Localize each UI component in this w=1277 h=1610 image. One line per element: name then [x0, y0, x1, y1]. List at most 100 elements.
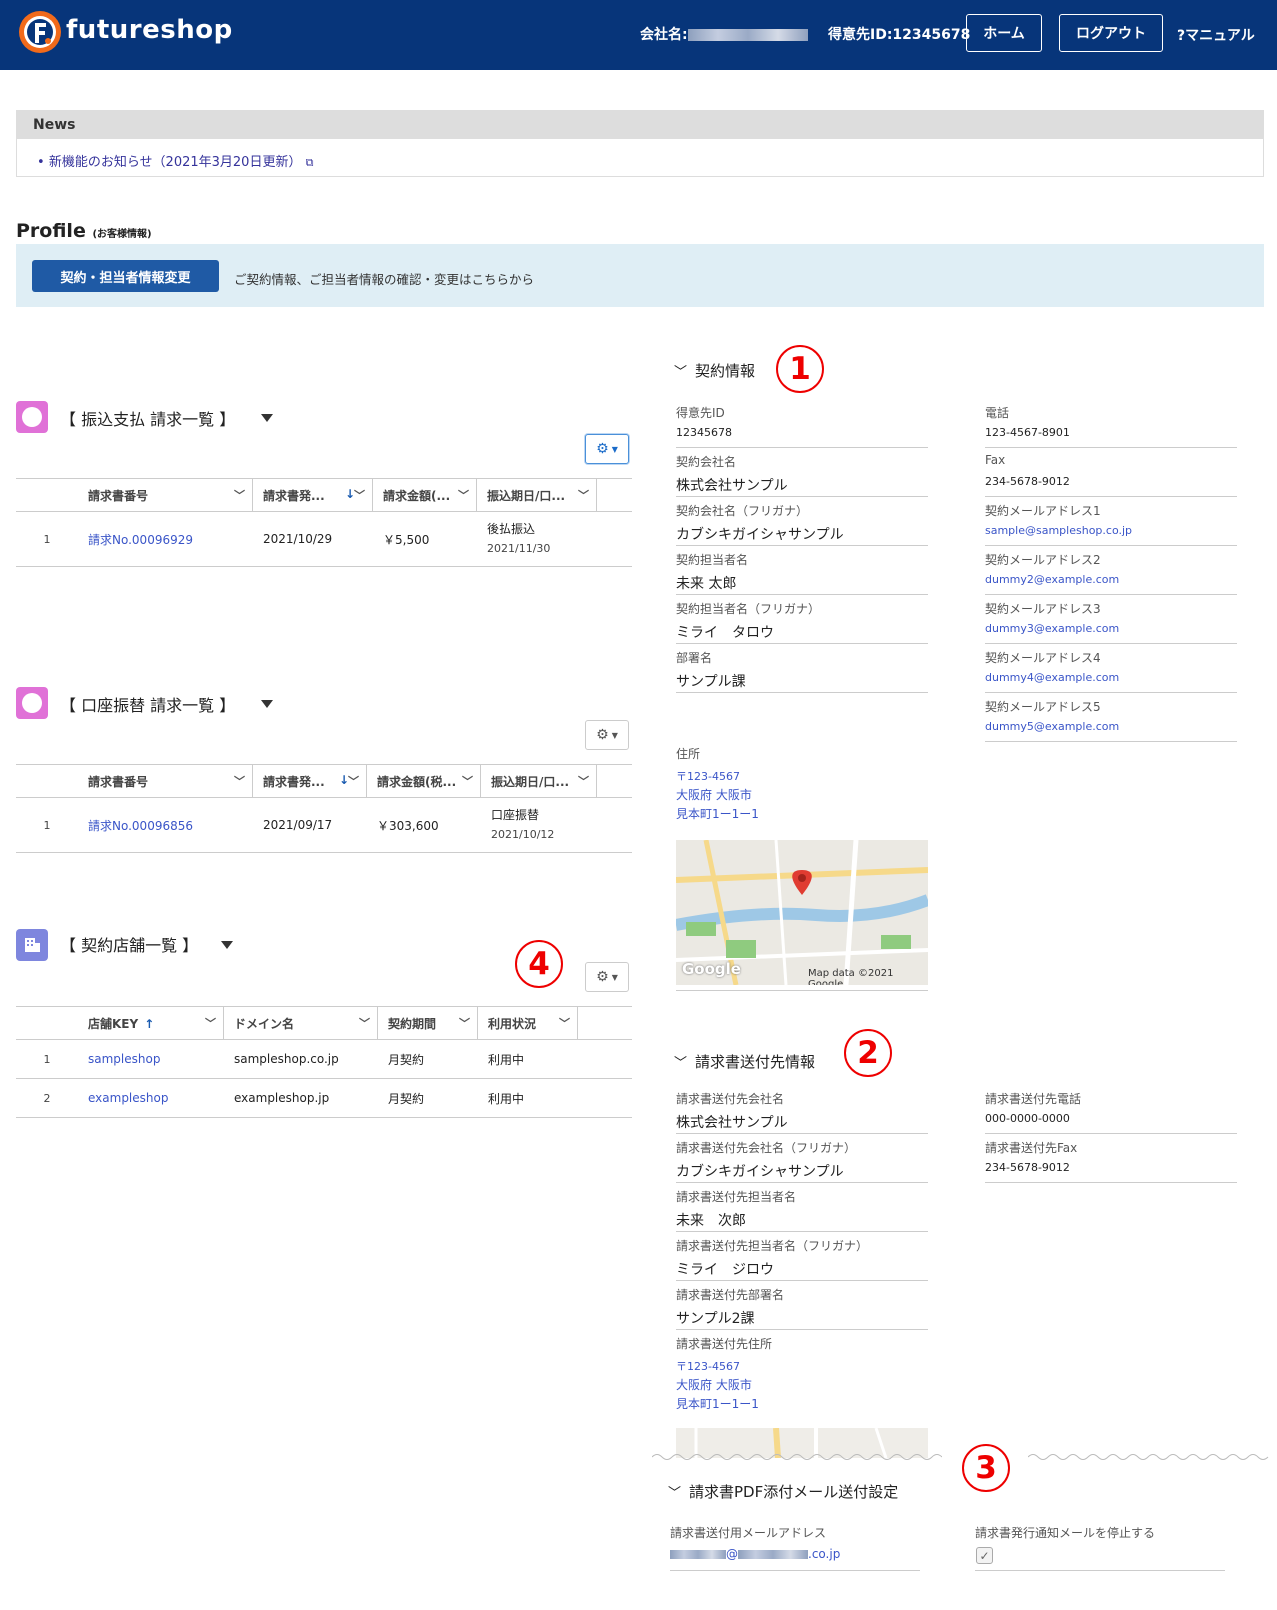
cut-line-right [1028, 1454, 1269, 1460]
address-map[interactable]: Google Map data ©2021 Google [676, 840, 928, 985]
table-row: 1 sampleshop sampleshop.co.jp 月契約 利用中 [16, 1039, 632, 1079]
pdf-email-value: @ .co.jp [670, 1547, 840, 1561]
billing-field-label: 請求書送付先電話 [985, 1092, 1082, 1106]
contract-field-value: 234-5678-9012 [985, 475, 1070, 488]
billing-field-label: 請求書送付先Fax [985, 1141, 1078, 1155]
invoice-link[interactable]: 請求No.00096856 [88, 819, 193, 833]
koza-table: 請求書番号 ﹀ 請求書発... ↓ ﹀ 請求金額(税... ﹀ 振込期日/口... ﹀ 1… [16, 764, 632, 853]
store-key-link[interactable]: exampleshop [88, 1091, 168, 1105]
billing-address-line-3[interactable]: 見本町1ー1ー1 [676, 1395, 759, 1412]
contract-field-label: 契約メールアドレス5 [985, 700, 1101, 714]
address-label: 住所 [676, 747, 701, 761]
col-store-key[interactable]: 店舗KEY ↑ ﹀ [78, 1006, 224, 1040]
billing-field-value: 234-5678-9012 [985, 1161, 1070, 1174]
invoice-link[interactable]: 請求No.00096929 [88, 533, 193, 547]
home-button[interactable]: ホーム [966, 14, 1042, 52]
profile-description: ご契約情報、ご担当者情報の確認・変更はこちらから [234, 272, 535, 287]
chevron-down-icon: ﹀ [674, 365, 688, 380]
col-issue-date[interactable]: 請求書発... ↓ ﹀ [253, 478, 373, 512]
chevron-down-icon[interactable]: ﹀ [578, 487, 589, 503]
col-invoice-no[interactable]: 請求書番号 ﹀ [78, 478, 253, 512]
billing-field-label: 請求書送付先部署名 [676, 1288, 785, 1302]
chevron-down-icon[interactable]: ﹀ [459, 1015, 470, 1031]
contract-field-value: 12345678 [676, 426, 732, 439]
chevron-down-icon[interactable]: ﹀ [462, 773, 473, 789]
contract-change-button[interactable]: 契約・担当者情報変更 [32, 260, 219, 292]
contract-field-value[interactable]: dummy2@example.com [985, 573, 1119, 586]
table-row: 1 請求No.00096856 2021/09/17 ￥303,600 口座振替… [16, 797, 632, 853]
billing-address-line-2[interactable]: 大阪府 大阪市 [676, 1376, 752, 1393]
chevron-down-icon[interactable]: ﹀ [578, 773, 589, 789]
stores-caret-icon[interactable] [221, 941, 233, 949]
koza-caret-icon[interactable] [261, 700, 273, 708]
profile-title: Profile (お客様情報) [16, 220, 152, 242]
contract-field-value[interactable]: dummy5@example.com [985, 720, 1119, 733]
contract-field-value[interactable]: sample@sampleshop.co.jp [985, 524, 1132, 537]
address-line-1[interactable]: 〒123-4567 [676, 768, 740, 784]
stores-settings-gear-icon[interactable]: ⚙ ▼ [585, 962, 629, 992]
col-amount[interactable]: 請求金額(税... ﹀ [367, 764, 481, 798]
building-icon [25, 938, 40, 952]
koza-settings-gear-icon[interactable]: ⚙ ▼ [585, 720, 629, 750]
company-name-blurred [687, 29, 808, 41]
furikomi-caret-icon[interactable] [261, 414, 273, 422]
chevron-down-icon[interactable]: ﹀ [458, 487, 469, 503]
furikomi-table: 請求書番号 ﹀ 請求書発... ↓ ﹀ 請求金額(... ﹀ 振込期日/口... ﹀ 1 … [16, 478, 632, 567]
customer-id: 得意先ID:12345678 [828, 27, 971, 43]
col-status[interactable]: 利用状況 ﹀ [478, 1006, 578, 1040]
chevron-down-icon[interactable]: ﹀ [559, 1015, 570, 1031]
chevron-down-icon[interactable]: ﹀ [234, 773, 245, 789]
col-invoice-no[interactable]: 請求書番号 ﹀ [78, 764, 253, 798]
manual-link[interactable]: ?マニュアル [1177, 25, 1255, 45]
chevron-down-icon[interactable]: ﹀ [359, 1015, 370, 1031]
contract-info-header[interactable]: ﹀ 契約情報 [674, 360, 755, 381]
col-issue-date[interactable]: 請求書発... ↓ ﹀ [253, 764, 367, 798]
news-panel: News • 新機能のお知らせ（2021年3月20日更新） ⧉ [16, 110, 1264, 177]
callout-badge-4: 4 [515, 940, 563, 988]
sort-up-icon: ↑ [144, 1016, 155, 1031]
billing-address-label: 請求書送付先住所 [676, 1337, 773, 1351]
table-row: 2 exampleshop exampleshop.jp 月契約 利用中 [16, 1078, 632, 1118]
external-link-icon: ⧉ [305, 156, 314, 169]
store-key-link[interactable]: sampleshop [88, 1052, 160, 1066]
col-due[interactable]: 振込期日/口... ﹀ [481, 764, 597, 798]
logout-button[interactable]: ログアウト [1059, 14, 1163, 52]
news-title: News [17, 111, 1263, 139]
billing-field-label: 請求書送付先担当者名（フリガナ） [676, 1239, 869, 1253]
callout-badge-2: 2 [844, 1029, 892, 1077]
col-amount[interactable]: 請求金額(... ﹀ [373, 478, 477, 512]
contract-field-label: 部署名 [676, 651, 713, 665]
contract-field-value[interactable]: dummy4@example.com [985, 671, 1119, 684]
furikomi-settings-gear-icon[interactable]: ⚙ ▼ [585, 434, 629, 464]
contract-field-label: 契約メールアドレス4 [985, 651, 1101, 665]
news-item-link[interactable]: 新機能のお知らせ（2021年3月20日更新） [49, 155, 302, 170]
chevron-down-icon[interactable]: ﹀ [205, 1015, 216, 1031]
koza-title: 【 口座振替 請求一覧 】 [60, 696, 236, 715]
contract-field-value: ミライ タロウ [676, 625, 774, 641]
pdf-email-label: 請求書送付用メールアドレス [670, 1526, 827, 1540]
furikomi-title: 【 振込支払 請求一覧 】 [60, 410, 236, 429]
billing-field-value: カブシキガイシャサンプル [676, 1164, 844, 1180]
chevron-down-icon: ﹀ [674, 1056, 688, 1071]
stop-notify-checkbox[interactable]: ✓ [976, 1547, 993, 1564]
col-domain[interactable]: ドメイン名 ﹀ [224, 1006, 378, 1040]
address-line-2[interactable]: 大阪府 大阪市 [676, 786, 752, 803]
koza-icon [16, 687, 48, 719]
cut-line-left [652, 1454, 942, 1460]
chevron-down-icon[interactable]: ﹀ [234, 487, 245, 503]
col-due[interactable]: 振込期日/口... ﹀ [477, 478, 597, 512]
chevron-down-icon[interactable]: ﹀ [348, 773, 359, 789]
billing-info-header[interactable]: ﹀ 請求書送付先情報 [674, 1051, 815, 1072]
billing-address-line-1[interactable]: 〒123-4567 [676, 1358, 740, 1374]
contract-field-value[interactable]: dummy3@example.com [985, 622, 1119, 635]
chevron-down-icon[interactable]: ﹀ [354, 487, 365, 503]
contract-field-value: サンプル課 [676, 674, 746, 690]
news-item: • 新機能のお知らせ（2021年3月20日更新） ⧉ [37, 155, 314, 170]
pdf-mail-header[interactable]: ﹀ 請求書PDF添付メール送付設定 [668, 1481, 898, 1502]
table-row: 1 請求No.00096929 2021/10/29 ￥5,500 後払振込 20… [16, 511, 632, 567]
billing-field-value: 未来 次郎 [676, 1213, 746, 1229]
address-line-3[interactable]: 見本町1ー1ー1 [676, 805, 759, 822]
email-blurred-domain [738, 1550, 808, 1559]
col-term[interactable]: 契約期間 ﹀ [378, 1006, 478, 1040]
callout-badge-3: 3 [962, 1444, 1010, 1492]
